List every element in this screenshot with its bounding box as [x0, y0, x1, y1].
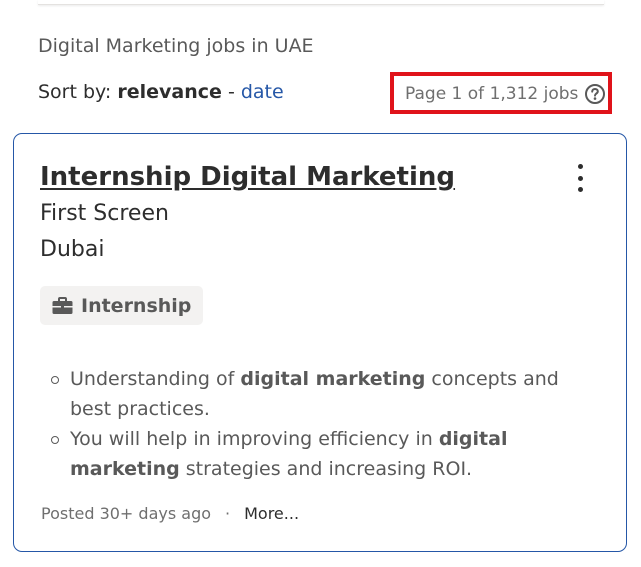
company-name: First Screen: [40, 201, 169, 226]
snippet-item: Understanding of digital marketing conce…: [51, 364, 600, 424]
job-card[interactable]: Internship Digital Marketing First Scree…: [13, 133, 627, 552]
sort-separator: -: [221, 81, 241, 103]
sort-controls: Sort by: relevance - date: [38, 81, 284, 103]
job-snippet: Understanding of digital marketing conce…: [51, 364, 600, 484]
page-count: Page 1 of 1,312 jobs: [405, 83, 606, 105]
results-heading: Digital Marketing jobs in UAE: [38, 35, 314, 57]
job-type-badge: Internship: [40, 286, 204, 325]
help-circle-icon[interactable]: [584, 83, 606, 105]
sort-by-date-link[interactable]: date: [241, 81, 284, 103]
job-type-label: Internship: [81, 294, 192, 317]
page-count-text: Page 1 of 1,312 jobs: [405, 84, 579, 104]
menu-dot: [577, 164, 583, 169]
more-vertical-icon[interactable]: [574, 164, 586, 192]
menu-dot: [577, 187, 583, 192]
meta-separator: ·: [225, 504, 231, 523]
menu-dot: [577, 175, 583, 181]
sort-relevance: relevance: [117, 81, 222, 103]
snippet-item: You will help in improving efficiency in…: [51, 424, 600, 484]
job-meta-row: Posted 30+ days ago · More...: [41, 504, 299, 523]
job-location: Dubai: [40, 237, 105, 262]
more-link[interactable]: More...: [244, 504, 299, 523]
job-title-link[interactable]: Internship Digital Marketing: [40, 162, 455, 192]
previous-section-edge: [38, 0, 604, 5]
sort-label: Sort by:: [38, 81, 118, 103]
posted-date: Posted 30+ days ago: [41, 504, 212, 523]
briefcase-icon: [52, 296, 73, 315]
